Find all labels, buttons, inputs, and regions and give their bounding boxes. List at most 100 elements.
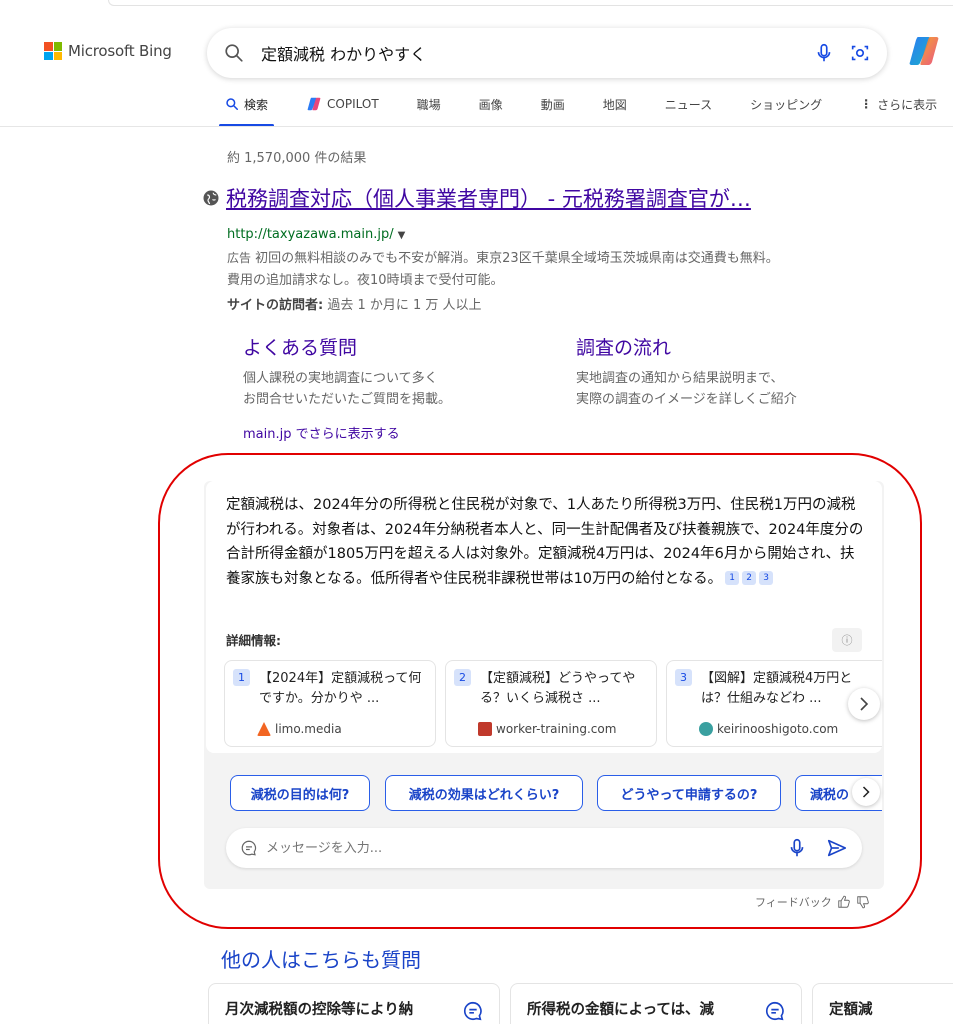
sitelink-desc-line: お問合せいただいたご質問を掲載。 [243,392,452,407]
header-divider [0,126,953,127]
copilot-icon [307,97,321,111]
ad-desc-line2: 費用の追加請求なし。夜10時頃まで受付可能。 [227,273,504,288]
feedback-label[interactable]: フィードバック [755,894,832,910]
sources-next-button[interactable] [848,688,880,720]
results-count: 約 1,570,000 件の結果 [227,151,367,166]
source-card-2[interactable]: 2 【定額減税】どうやってやる？いくら減税さ ... worker-traini… [445,660,657,747]
tab-label: ショッピング [750,97,823,112]
more-dots-icon: ⋮ [860,97,873,111]
paa-question-card[interactable]: 所得税の金額によっては、減 [510,983,802,1024]
more-from-site-link[interactable]: main.jp でさらに表示する [243,423,400,442]
tab-shopping[interactable]: ショッピング [750,93,822,115]
keirinooshigoto-favicon-icon [699,722,713,736]
tab-copilot[interactable]: COPILOT [306,93,379,115]
ad-result-title: 税務調査対応（個人事業者専門） - 元税務署調査官が… [202,183,751,213]
sitelink-desc-line: 個人課税の実地調査について多く [243,371,438,386]
sitelink-title[interactable]: よくある質問 [243,333,543,360]
suggestion-chip[interactable]: 減税の効果はどれくらい? [385,775,583,811]
paa-question-card[interactable]: 定額減 [812,983,953,1024]
paa-question: 定額減 [829,1002,873,1018]
suggestion-chip[interactable]: どうやって申請するの? [597,775,781,811]
sitelink-desc-line: 実際の調査のイメージを詳しくご紹介 [576,392,797,407]
search-icon[interactable] [223,42,245,64]
citation-3[interactable]: 3 [759,570,774,585]
ad-url[interactable]: http://taxyazawa.main.jp/ ▼ [227,227,405,242]
source-card-1[interactable]: 1 【2024年】定額減税って何ですか。分かりや ... limo.media [224,660,436,747]
globe-icon [203,190,219,206]
microsoft-logo-icon [44,42,62,60]
sitelink-flow: 調査の流れ 実地調査の通知から結果説明まで、 実際の調査のイメージを詳しくご紹介 [576,333,876,410]
ai-answer-text: 定額減税は、2024年分の所得税と住民税が対象で、1人あたり所得税3万円、住民税… [226,493,866,591]
tab-videos[interactable]: 動画 [541,93,565,115]
ad-desc-line1: 初回の無料相談のみでも不安が解消。東京23区千葉県全域埼玉茨城県南は交通費も無料… [255,251,779,266]
send-icon[interactable] [826,837,848,859]
message-input[interactable] [266,840,786,856]
visit-value: 過去 1 か月に 1 万 人以上 [327,298,482,313]
source-site: keirinooshigoto.com [699,722,838,736]
source-site: worker-training.com [478,722,616,736]
thumbs-up-icon[interactable] [837,895,851,909]
tab-label: 動画 [540,97,565,112]
limo-favicon-icon [257,722,271,736]
paa-question: 所得税の金額によっては、減 [527,1002,715,1018]
citation-2[interactable]: 2 [742,570,757,585]
chat-bubble-icon [766,1001,784,1021]
logo-text: Microsoft Bing [68,42,172,60]
source-number: 1 [233,669,250,686]
search-box [207,28,887,78]
tab-label: 検索 [244,97,269,112]
source-site-name: keirinooshigoto.com [717,722,839,736]
visual-search-icon[interactable] [849,42,871,64]
paa-question-card[interactable]: 月次減税額の控除等により納 [208,983,500,1024]
feedback-row: フィードバック [755,894,870,910]
tab-search[interactable]: 検索 [218,93,275,127]
previous-window-edge [108,0,953,6]
copilot-icon[interactable] [906,33,942,69]
source-title: 【2024年】定額減税って何ですか。分かりや ... [259,671,422,706]
source-number: 2 [454,669,471,686]
chevron-right-icon [862,786,870,798]
source-site-name: limo.media [275,722,342,736]
chat-bubble-icon [241,840,257,856]
sitelink-title[interactable]: 調査の流れ [576,333,876,360]
worker-training-favicon-icon [478,722,492,736]
ad-tag: 広告 [227,251,252,265]
search-tabs: 検索 COPILOT 職場 画像 動画 地図 ニュース ショッピング ⋮ さらに… [218,93,937,127]
info-icon[interactable]: ⓘ [832,628,862,652]
microphone-icon[interactable] [813,42,835,64]
source-title: 【定額減税】どうやってやる？いくら減税さ ... [480,671,636,706]
ad-title-link[interactable]: 税務調査対応（個人事業者専門） - 元税務署調査官が… [226,183,751,213]
tab-label: COPILOT [327,97,379,111]
details-label: 詳細情報: [226,633,281,648]
suggestion-chips: 減税の目的は何? 減税の効果はどれくらい? どうやって申請するの? 減税の [230,775,882,813]
suggestion-chip[interactable]: 減税の目的は何? [230,775,370,811]
chevron-right-icon [860,697,869,711]
tab-images[interactable]: 画像 [479,93,503,115]
sitelink-faq: よくある質問 個人課税の実地調査について多く お問合せいただいたご質問を掲載。 [243,333,543,410]
tab-news[interactable]: ニュース [665,93,712,115]
tab-label: 地図 [602,97,627,112]
visit-label: サイトの訪問者: [227,298,324,313]
suggestions-next-button[interactable] [852,778,880,806]
paa-question: 月次減税額の控除等により納 [225,1002,414,1018]
citation-1[interactable]: 1 [725,570,740,585]
ad-visitors: サイトの訪問者: 過去 1 か月に 1 万 人以上 [227,294,482,313]
tab-more[interactable]: ⋮ さらに表示 [860,93,937,115]
source-site-name: worker-training.com [496,722,617,736]
source-number: 3 [675,669,692,686]
bing-logo[interactable]: Microsoft Bing [44,42,172,60]
caret-down-icon[interactable]: ▼ [398,230,406,241]
sitelink-description: 実地調査の通知から結果説明まで、 実際の調査のイメージを詳しくご紹介 [576,368,876,410]
tab-jobs[interactable]: 職場 [417,93,441,115]
message-box [226,828,862,868]
tab-label: さらに表示 [877,97,938,112]
search-icon [226,98,239,111]
source-title: 【図解】定額減税4万円とは？仕組みなどわ ... [701,671,853,706]
search-input[interactable] [261,43,799,63]
sitelink-desc-line: 実地調査の通知から結果説明まで、 [576,371,784,386]
thumbs-down-icon[interactable] [856,895,870,909]
people-also-ask-title: 他の人はこちらも質問 [221,948,421,972]
tab-maps[interactable]: 地図 [603,93,627,115]
microphone-icon[interactable] [786,837,808,859]
chat-bubble-icon [464,1001,482,1021]
